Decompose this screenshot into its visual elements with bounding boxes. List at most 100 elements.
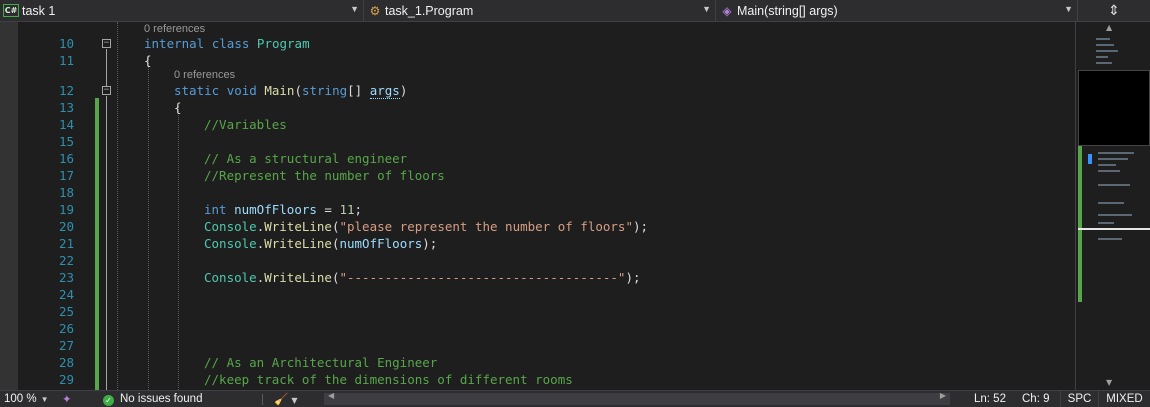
- horizontal-scrollbar[interactable]: ◀ ▶: [324, 391, 950, 405]
- map-code-line: [1098, 222, 1114, 224]
- map-viewport[interactable]: [1078, 70, 1150, 146]
- map-code-line: [1098, 214, 1132, 216]
- code-line-11: {: [144, 52, 152, 69]
- map-code-line: [1096, 44, 1114, 46]
- brace: {: [174, 100, 182, 115]
- indent-guide: [117, 22, 118, 390]
- code-line-20: Console.WriteLine("please represent the …: [204, 218, 648, 235]
- split-editor-icon: ⇕: [1108, 2, 1120, 19]
- line-number: 21: [58, 236, 74, 251]
- class-identifier: Console: [204, 270, 257, 285]
- code-editor[interactable]: 10 11 12 13 14 15 16 17 18 19 20 21 22 23 24 25 26 27 28 29…: [0, 22, 1075, 390]
- map-code-line: [1096, 38, 1110, 40]
- comment: // As an Architectural Engineer: [204, 355, 438, 370]
- change-tracking-bar: [95, 98, 99, 390]
- brace: {: [144, 53, 152, 68]
- code-line-14: //Variables: [204, 116, 287, 133]
- separator: [262, 394, 263, 405]
- scroll-up-icon[interactable]: ▲: [1106, 23, 1112, 32]
- code-area[interactable]: 0 references 0 references internal class…: [144, 22, 1075, 387]
- punctuation: (: [294, 83, 302, 98]
- scrollbar-map[interactable]: ▲ ▼: [1075, 22, 1150, 390]
- line-indicator[interactable]: Ln: 52: [974, 391, 1006, 407]
- method-identifier: WriteLine: [264, 236, 332, 251]
- number-literal: 11: [339, 202, 355, 217]
- intellicode-icon[interactable]: ✦: [62, 391, 72, 407]
- operator: =: [316, 202, 340, 217]
- method-identifier: WriteLine: [264, 270, 332, 285]
- check-circle-icon: ✓: [103, 395, 114, 406]
- keyword: void: [226, 83, 257, 98]
- line-number: 22: [58, 253, 74, 268]
- csharp-project-icon: C#: [3, 4, 19, 17]
- comment: //Variables: [204, 117, 287, 132]
- status-bar: 100 % ▼ ✦ ✓ No issues found 🧹 ▼ ◀ ▶ Ln: 52 …: [0, 390, 1150, 407]
- map-code-line: [1098, 158, 1128, 160]
- collapse-method-icon[interactable]: −: [102, 86, 111, 95]
- comment: //Represent the number of floors: [204, 168, 445, 183]
- whitespace-mode[interactable]: SPC: [1060, 391, 1098, 407]
- line-number: 14: [58, 117, 74, 132]
- chevron-down-icon: ▼: [1064, 4, 1073, 14]
- issues-text: No issues found: [120, 393, 203, 405]
- split-editor-button[interactable]: ⇕: [1078, 0, 1150, 21]
- code-line-12: static void Main(string[] args): [174, 82, 407, 99]
- line-number: 17: [58, 168, 74, 183]
- zoom-dropdown[interactable]: 100 % ▼: [4, 391, 49, 407]
- zoom-level: 100 %: [4, 393, 37, 405]
- member-name: Main(string[] args): [737, 3, 838, 18]
- navigation-bar: C# task 1 ▼ ⚙ task_1.Program ▼ ◈ Main(st…: [0, 0, 1150, 22]
- issues-indicator[interactable]: ✓ No issues found: [103, 391, 202, 407]
- collapse-class-icon[interactable]: −: [102, 39, 111, 48]
- code-line-16: // As a structural engineer: [204, 150, 407, 167]
- keyword: class: [211, 36, 250, 51]
- line-number: 20: [58, 219, 74, 234]
- code-line-29: //keep track of the dimensions of differ…: [204, 371, 573, 388]
- line-number: 24: [58, 287, 74, 302]
- map-code-line: [1098, 164, 1116, 166]
- map-code-line: [1098, 202, 1124, 204]
- broom-icon: 🧹: [274, 392, 289, 406]
- project-dropdown[interactable]: C# task 1 ▼: [0, 0, 364, 21]
- line-number: 18: [58, 185, 74, 200]
- scroll-down-icon[interactable]: ▼: [1106, 378, 1112, 387]
- map-code-line: [1096, 50, 1118, 52]
- punctuation: );: [422, 236, 438, 251]
- keyword: int: [204, 202, 227, 217]
- line-number: 10: [58, 36, 74, 51]
- code-line-21: Console.WriteLine(numOfFloors);: [204, 235, 437, 252]
- variable-identifier: numOfFloors: [234, 202, 317, 217]
- scroll-left-icon[interactable]: ◀: [328, 391, 334, 400]
- code-line-17: //Represent the number of floors: [204, 167, 445, 184]
- line-number: 16: [58, 151, 74, 166]
- line-number: 19: [58, 202, 74, 217]
- code-cleanup-button[interactable]: 🧹 ▼: [274, 391, 297, 407]
- keyword: string: [301, 83, 348, 98]
- keyword: internal: [144, 36, 205, 51]
- class-dropdown[interactable]: ⚙ task_1.Program ▼: [364, 0, 716, 21]
- code-line-13: {: [174, 99, 182, 116]
- line-number: 12: [58, 83, 74, 98]
- indicator-margin[interactable]: [0, 22, 18, 390]
- punctuation: []: [347, 83, 370, 98]
- punctuation: );: [625, 270, 641, 285]
- line-number: 29: [58, 372, 74, 387]
- scroll-right-icon[interactable]: ▶: [940, 391, 946, 400]
- string-literal: "------------------------------------": [339, 270, 626, 285]
- punctuation: ): [399, 83, 408, 98]
- column-indicator[interactable]: Ch: 9: [1022, 391, 1050, 407]
- class-name: task_1.Program: [385, 3, 474, 18]
- chevron-down-icon: ▼: [291, 396, 298, 405]
- comment: //keep track of the dimensions of differ…: [204, 372, 573, 387]
- comment: // As a structural engineer: [204, 151, 408, 166]
- map-code-line: [1098, 184, 1130, 186]
- parameter-identifier: args: [369, 83, 400, 99]
- line-number: 25: [58, 304, 74, 319]
- codelens-references[interactable]: 0 references: [174, 69, 235, 82]
- line-endings-mode[interactable]: MIXED: [1098, 391, 1150, 407]
- class-identifier: Program: [256, 36, 310, 51]
- method-identifier: WriteLine: [264, 219, 332, 234]
- member-dropdown[interactable]: ◈ Main(string[] args) ▼: [716, 0, 1078, 21]
- map-code-line: [1098, 238, 1122, 240]
- chevron-down-icon: ▼: [40, 395, 49, 404]
